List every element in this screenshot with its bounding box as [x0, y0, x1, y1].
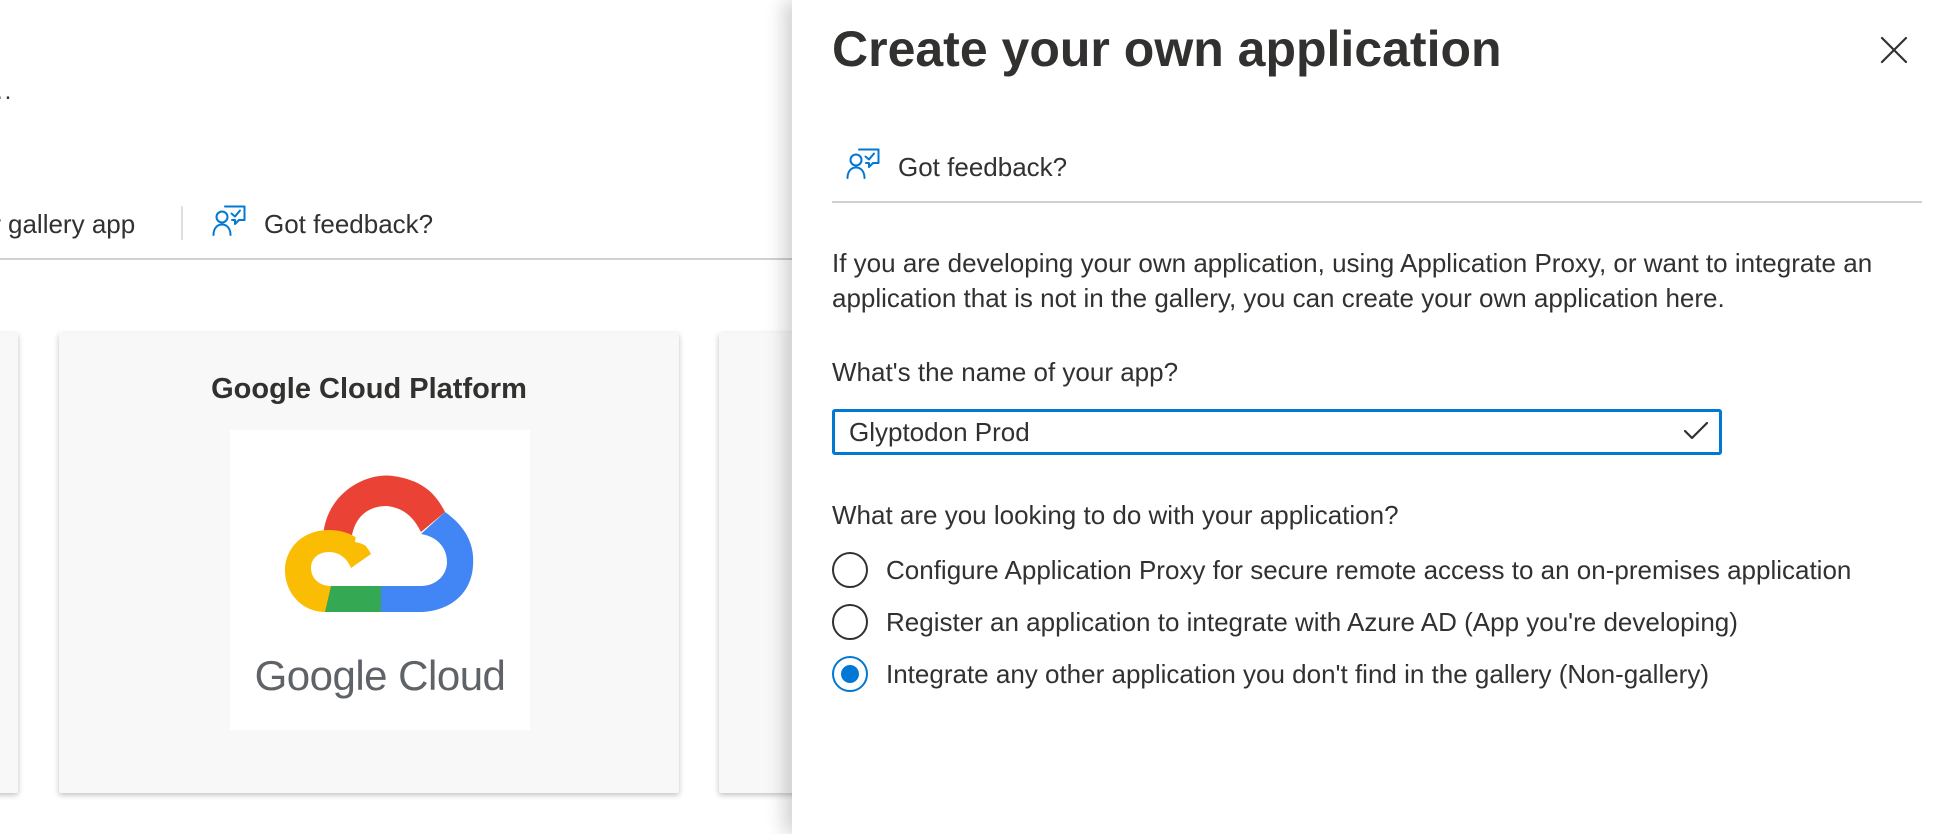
close-icon [1880, 36, 1908, 64]
panel-divider [832, 201, 1922, 203]
feedback-button[interactable]: Got feedback? [846, 145, 1067, 189]
radio-button[interactable] [832, 604, 868, 640]
background-feedback-label: Got feedback? [264, 208, 434, 239]
breadcrumb-ellipsis[interactable]: .. [0, 78, 13, 106]
new-gallery-app-label: w gallery app [0, 208, 136, 239]
new-gallery-app-button[interactable]: w gallery app [0, 200, 135, 248]
radio-button-selected[interactable] [832, 656, 868, 692]
person-feedback-icon [846, 148, 880, 187]
checkmark-icon [1683, 421, 1709, 440]
tile-title: Google Cloud Platform [211, 373, 527, 405]
background-divider [0, 258, 792, 260]
background-toolbar: w gallery app Got feedback? [0, 200, 792, 248]
app-name-field-wrapper [832, 409, 1722, 455]
radio-option-register-azure-ad[interactable]: Register an application to integrate wit… [832, 602, 1738, 642]
gallery-tile-partial-left[interactable] [0, 333, 18, 793]
toolbar-separator [181, 206, 183, 240]
radio-option-application-proxy[interactable]: Configure Application Proxy for secure r… [832, 550, 1851, 590]
panel-description: If you are developing your own applicati… [832, 248, 1873, 313]
panel-title: Create your own application [832, 21, 1502, 77]
person-feedback-icon [212, 205, 246, 244]
radio-selected-dot [841, 665, 859, 683]
radio-option-label: Register an application to integrate wit… [886, 606, 1738, 637]
create-app-panel: Create your own application Got feedback… [792, 0, 1960, 834]
radio-option-label: Configure Application Proxy for secure r… [886, 554, 1852, 585]
google-cloud-icon [285, 475, 474, 612]
app-name-label: What's the name of your app? [832, 357, 1179, 387]
background-page: .. w gallery app Got feedback? Google Cl… [0, 0, 839, 834]
gallery-tile-google-cloud[interactable]: Google Cloud Platform Google Cloud [59, 333, 679, 793]
background-feedback-button[interactable]: Got feedback? [212, 200, 433, 248]
google-cloud-logo: Google Cloud [230, 430, 530, 730]
app-purpose-label: What are you looking to do with your app… [832, 500, 1399, 530]
app-name-input[interactable] [849, 412, 1649, 452]
google-cloud-wordmark: Google Cloud [254, 652, 506, 699]
radio-option-non-gallery[interactable]: Integrate any other application you don'… [832, 654, 1709, 694]
radio-button[interactable] [832, 552, 868, 588]
close-button[interactable] [1872, 28, 1916, 72]
feedback-label: Got feedback? [898, 151, 1068, 182]
radio-option-label: Integrate any other application you don'… [886, 658, 1709, 689]
